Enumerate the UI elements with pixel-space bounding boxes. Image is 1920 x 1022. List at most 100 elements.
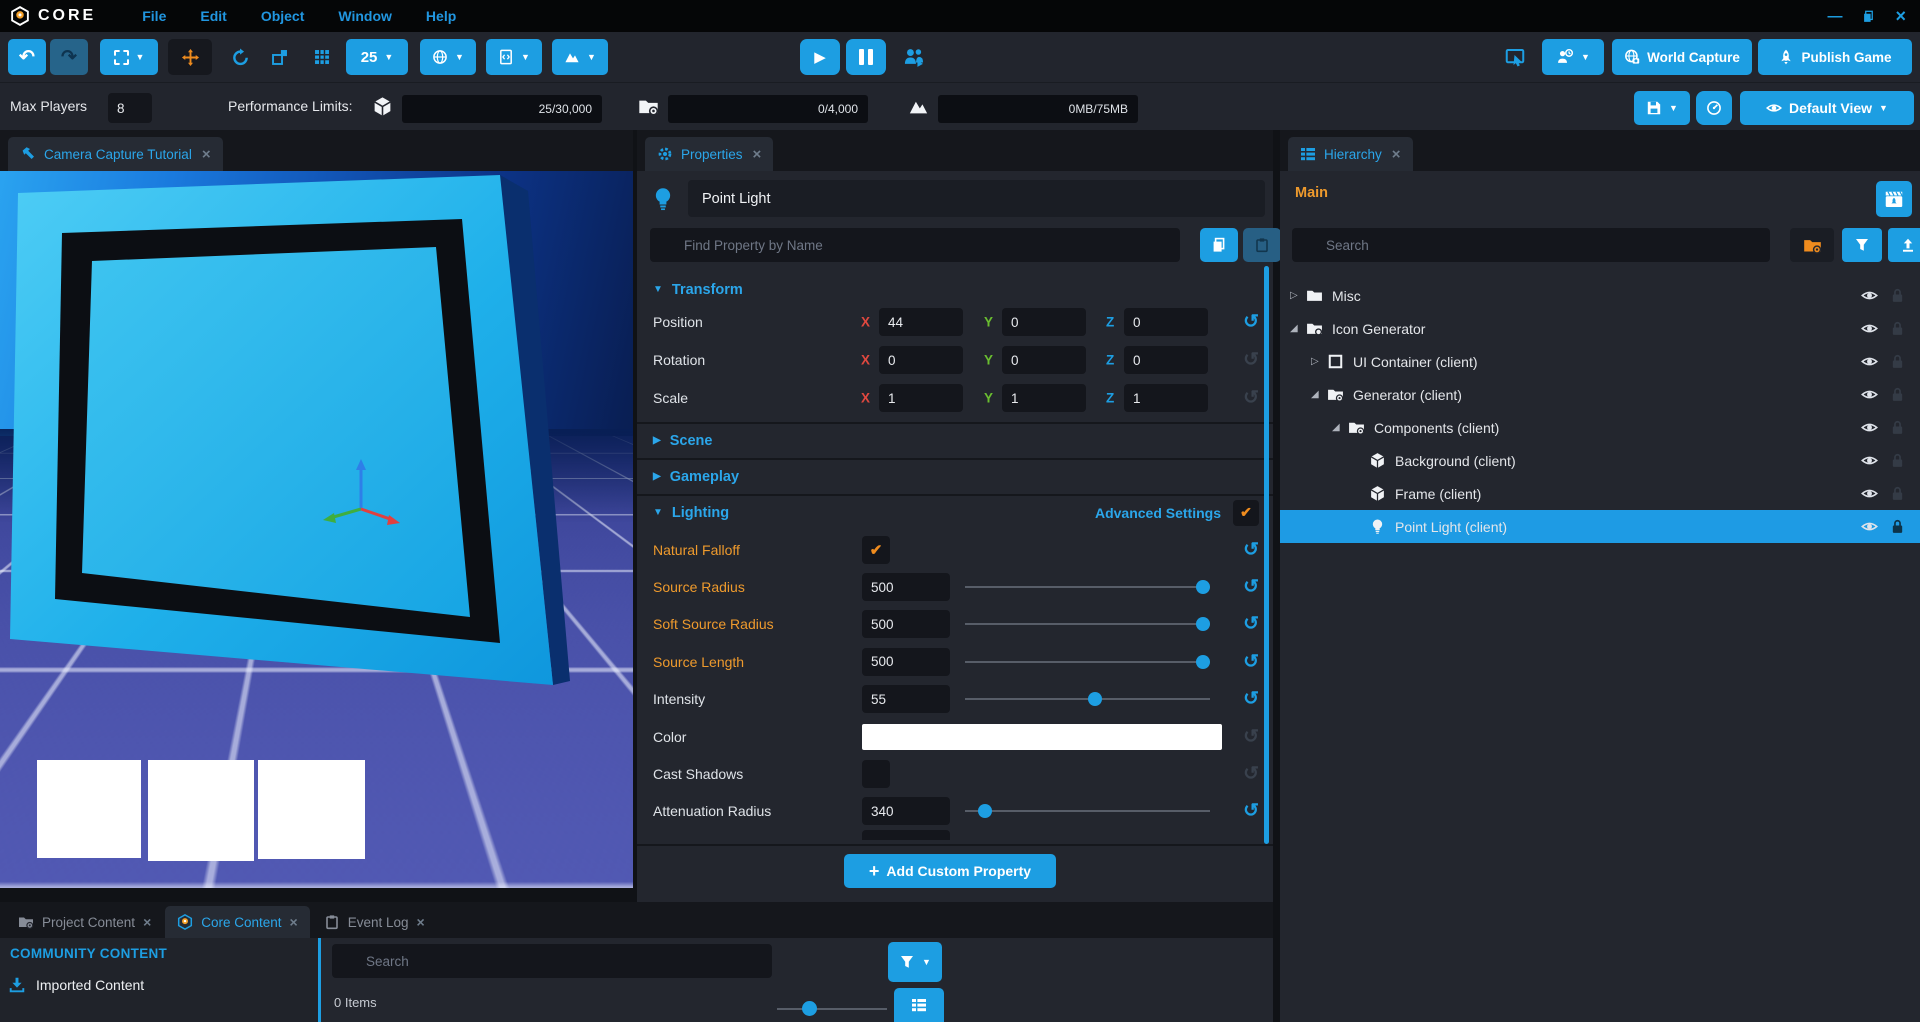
- source-length-slider-knob[interactable]: [1196, 655, 1210, 669]
- tree-row-generator--client-[interactable]: ◢Generator (client): [1280, 378, 1920, 411]
- visibility-eye-icon[interactable]: [1861, 320, 1878, 337]
- copy-properties-button[interactable]: [1200, 228, 1238, 262]
- menu-window[interactable]: Window: [338, 8, 392, 24]
- hierarchy-search-input[interactable]: [1292, 228, 1770, 262]
- view-mode-dropdown[interactable]: Default View▼: [1740, 91, 1914, 125]
- lock-icon[interactable]: [1889, 287, 1906, 304]
- hierarchy-export-button[interactable]: [1888, 228, 1920, 262]
- menu-edit[interactable]: Edit: [200, 8, 226, 24]
- networked-filter-button[interactable]: [1790, 228, 1834, 262]
- soft-source-radius-slider[interactable]: [965, 617, 1210, 631]
- reset-icon[interactable]: ↺: [1243, 351, 1259, 370]
- soft-source-radius-input[interactable]: 500: [862, 610, 950, 638]
- multiplayer-preview-button[interactable]: [898, 41, 930, 73]
- source-length-slider[interactable]: [965, 655, 1210, 669]
- reset-icon[interactable]: ↺: [1243, 802, 1259, 821]
- tree-row-frame--client-[interactable]: Frame (client): [1280, 477, 1920, 510]
- reset-icon[interactable]: ↺: [1243, 765, 1259, 784]
- close-icon[interactable]: ×: [417, 914, 425, 930]
- attenuation-radius-input[interactable]: 340: [862, 797, 950, 825]
- scale-z-input[interactable]: 1: [1124, 384, 1208, 412]
- scale-tool-button[interactable]: [262, 39, 298, 75]
- visibility-eye-icon[interactable]: [1861, 485, 1878, 502]
- add-custom-property-button[interactable]: + Add Custom Property: [844, 854, 1056, 888]
- lock-icon[interactable]: [1889, 320, 1906, 337]
- scene-root-label[interactable]: Main: [1295, 185, 1328, 201]
- find-property-input[interactable]: [650, 228, 1180, 262]
- soft-source-radius-slider-knob[interactable]: [1196, 617, 1210, 631]
- screen-share-button[interactable]: [1500, 42, 1530, 72]
- undo-button[interactable]: ↶: [8, 39, 46, 75]
- lock-icon[interactable]: [1889, 353, 1906, 370]
- close-icon[interactable]: ×: [290, 914, 298, 930]
- content-filter-dropdown[interactable]: ▼: [888, 942, 942, 982]
- tree-row-background--client-[interactable]: Background (client): [1280, 444, 1920, 477]
- tab-camera-capture-tutorial[interactable]: Camera Capture Tutorial ×: [8, 137, 223, 171]
- scale-x-input[interactable]: 1: [879, 384, 963, 412]
- section-lighting[interactable]: ▼ Lighting Advanced Settings ✔: [637, 494, 1273, 529]
- snap-grid-button[interactable]: [304, 39, 340, 75]
- source-radius-slider[interactable]: [965, 580, 1210, 594]
- max-players-input[interactable]: 8: [108, 93, 152, 123]
- source-length-input[interactable]: 500: [862, 648, 950, 676]
- position-x-input[interactable]: 44: [879, 308, 963, 336]
- expander-icon[interactable]: ◢: [1332, 422, 1348, 433]
- visibility-eye-icon[interactable]: [1861, 419, 1878, 436]
- hierarchy-filter-button[interactable]: [1842, 228, 1882, 262]
- intensity-slider[interactable]: [965, 692, 1210, 706]
- tab-properties[interactable]: Properties ×: [645, 137, 773, 171]
- grid-size-dropdown[interactable]: 25▼: [346, 39, 408, 75]
- tree-row-ui-container--client-[interactable]: ▷UI Container (client): [1280, 345, 1920, 378]
- restore-button[interactable]: [1862, 10, 1875, 23]
- performance-monitor-button[interactable]: [1696, 91, 1732, 125]
- reset-icon[interactable]: ↺: [1243, 540, 1259, 559]
- source-radius-input[interactable]: 500: [862, 573, 950, 601]
- expander-icon[interactable]: ◢: [1311, 389, 1327, 400]
- visibility-eye-icon[interactable]: [1861, 386, 1878, 403]
- visibility-eye-icon[interactable]: [1861, 452, 1878, 469]
- reset-icon[interactable]: ↺: [1243, 727, 1259, 746]
- sidebar-item-imported-content[interactable]: Imported Content: [8, 976, 144, 994]
- reset-icon[interactable]: ↺: [1243, 615, 1259, 634]
- reset-icon[interactable]: ↺: [1243, 389, 1259, 408]
- reset-icon[interactable]: ↺: [1243, 690, 1259, 709]
- properties-scrollbar[interactable]: [1264, 266, 1269, 844]
- script-dropdown[interactable]: ▼: [486, 39, 542, 75]
- lock-icon[interactable]: [1889, 452, 1906, 469]
- reset-icon[interactable]: ↺: [1243, 652, 1259, 671]
- save-dropdown[interactable]: ▼: [1634, 91, 1690, 125]
- move-tool-button[interactable]: [168, 39, 212, 75]
- attenuation-radius-slider[interactable]: [965, 804, 1210, 818]
- tree-row-point-light--client-[interactable]: Point Light (client): [1280, 510, 1920, 543]
- tab-core-content[interactable]: Core Content×: [165, 906, 309, 938]
- expander-icon[interactable]: ▷: [1311, 356, 1327, 367]
- visibility-eye-icon[interactable]: [1861, 518, 1878, 535]
- preview-mode-dropdown[interactable]: ▼: [1542, 39, 1604, 75]
- intensity-input[interactable]: 55: [862, 685, 950, 713]
- intensity-slider-knob[interactable]: [1088, 692, 1102, 706]
- tree-row-misc[interactable]: ▷Misc: [1280, 279, 1920, 312]
- tab-project-content[interactable]: Project Content×: [6, 906, 163, 938]
- terrain-dropdown[interactable]: ▼: [552, 39, 608, 75]
- tab-event-log[interactable]: Event Log×: [312, 906, 437, 938]
- lock-icon[interactable]: [1889, 419, 1906, 436]
- tree-row-icon-generator[interactable]: ◢Icon Generator: [1280, 312, 1920, 345]
- menu-file[interactable]: File: [142, 8, 166, 24]
- visibility-eye-icon[interactable]: [1861, 287, 1878, 304]
- publish-game-button[interactable]: Publish Game: [1758, 39, 1912, 75]
- viewport-3d[interactable]: [0, 171, 633, 888]
- rotation-y-input[interactable]: 0: [1002, 346, 1086, 374]
- paste-properties-button[interactable]: [1243, 228, 1281, 262]
- object-name-input[interactable]: [688, 180, 1265, 217]
- thumbnail-size-slider[interactable]: [777, 1008, 887, 1010]
- lock-icon[interactable]: [1889, 518, 1906, 535]
- cast-shadows-checkbox[interactable]: [862, 760, 890, 788]
- section-gameplay[interactable]: ▶ Gameplay: [637, 458, 1273, 493]
- play-button[interactable]: ▶: [800, 39, 840, 75]
- content-search-input[interactable]: [332, 944, 772, 978]
- thumbnail-size-knob[interactable]: [802, 1001, 817, 1016]
- close-icon[interactable]: ×: [753, 146, 762, 163]
- close-button[interactable]: ×: [1895, 7, 1906, 25]
- pause-button[interactable]: [846, 39, 886, 75]
- grid-view-button[interactable]: [894, 988, 944, 1022]
